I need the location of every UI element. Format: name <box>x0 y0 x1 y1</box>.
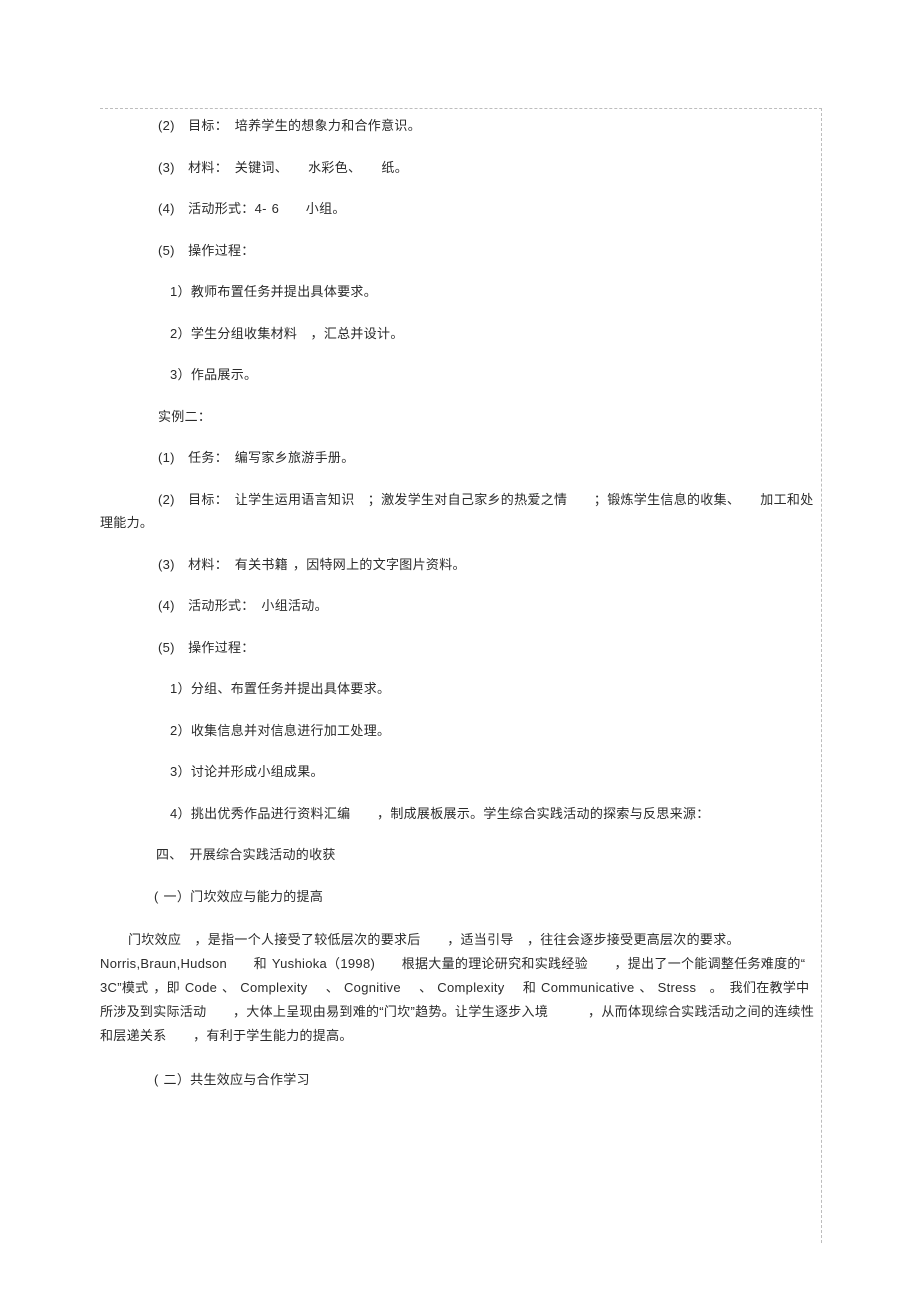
item-5-procedure: (5) 操作过程： <box>100 241 820 261</box>
ex2-item-3-materials: (3) 材料： 有关书籍 ，因特网上的文字图片资料。 <box>100 555 820 575</box>
ex2-item-5-procedure: (5) 操作过程： <box>100 638 820 658</box>
ex2-item-1-task: (1) 任务： 编写家乡旅游手册。 <box>100 448 820 468</box>
step-3-display: 3）作品展示。 <box>100 365 820 385</box>
section-four-heading: 四、 开展综合实践活动的收获 <box>100 845 820 865</box>
document-page: (2) 目标： 培养学生的想象力和合作意识。 (3) 材料： 关键词、 水彩色、… <box>0 0 920 1303</box>
ex2-item-4-activity-form: (4) 活动形式： 小组活动。 <box>100 596 820 616</box>
step-2-collect: 2）学生分组收集材料 ，汇总并设计。 <box>100 324 820 344</box>
ex2-step-4: 4）挑出优秀作品进行资料汇编 ，制成展板展示。学生综合实践活动的探索与反思来源： <box>100 804 820 824</box>
ex2-step-1: 1）分组、布置任务并提出具体要求。 <box>100 679 820 699</box>
ex2-step-2: 2）收集信息并对信息进行加工处理。 <box>100 721 820 741</box>
step-1-assign: 1）教师布置任务并提出具体要求。 <box>100 282 820 302</box>
sub-2-symbiosis-effect: ( 二）共生效应与合作学习 <box>100 1070 820 1090</box>
item-4-activity-form: (4) 活动形式：4- 6 小组。 <box>100 199 820 219</box>
example-two-heading: 实例二： <box>100 407 820 427</box>
ex2-step-3: 3）讨论并形成小组成果。 <box>100 762 820 782</box>
threshold-effect-paragraph: 门坎效应 ，是指一个人接受了较低层次的要求后 ，适当引导 ，往往会逐步接受更高层… <box>100 928 820 1048</box>
item-2-goal: (2) 目标： 培养学生的想象力和合作意识。 <box>100 116 820 136</box>
sub-1-threshold-effect: ( 一）门坎效应与能力的提高 <box>100 887 820 907</box>
item-3-materials: (3) 材料： 关键词、 水彩色、 纸。 <box>100 158 820 178</box>
ex2-item-2-goal-line2: 理能力。 <box>100 513 820 533</box>
ex2-item-2-goal-line1: (2) 目标： 让学生运用语言知识 ；激发学生对自己家乡的热爱之情 ；锻炼学生信… <box>100 490 820 510</box>
